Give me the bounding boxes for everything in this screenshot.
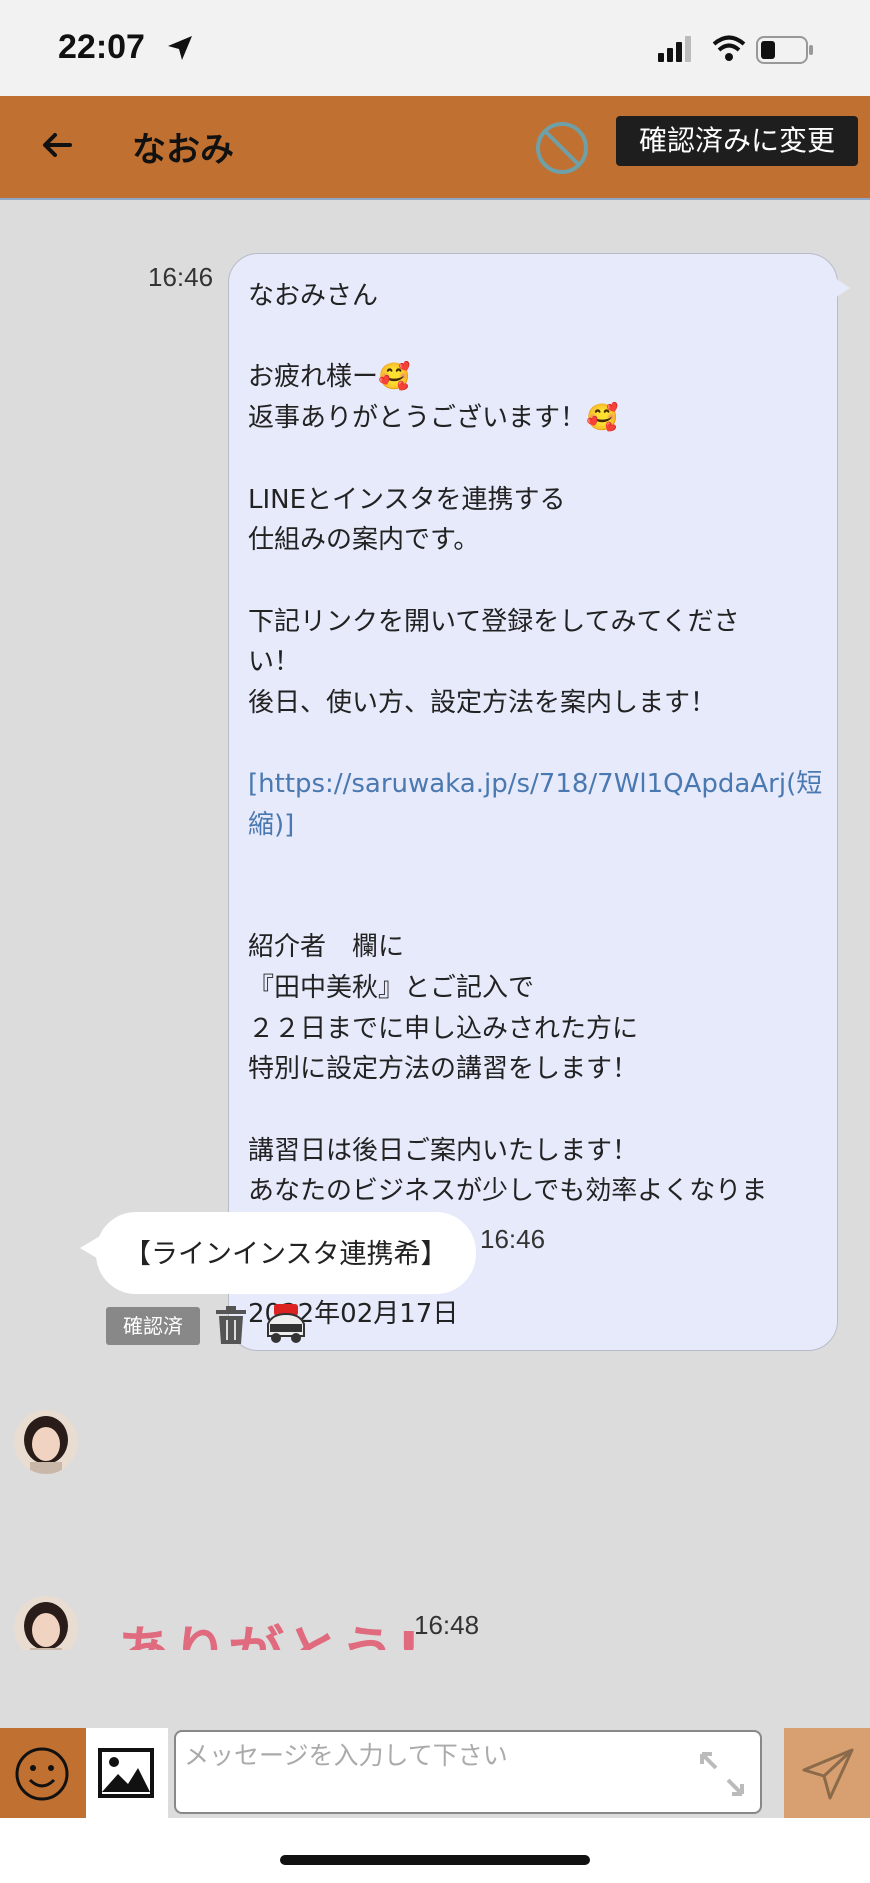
incoming-message-text: 【ラインインスタ連携希】	[124, 1239, 448, 1270]
message-input[interactable]: メッセージを入力して下さい	[174, 1730, 762, 1814]
block-icon[interactable]	[534, 120, 590, 176]
emoji-button[interactable]	[0, 1728, 86, 1818]
message-link[interactable]: [https://saruwaka.jp/s/718/7Wl1QApdaArj(…	[248, 769, 822, 840]
message-body-part1: なおみさん お疲れ様ー🥰 返事ありがとうございます！🥰 LINEとインスタを連携…	[248, 281, 740, 719]
message-time: 16:46	[480, 1224, 546, 1254]
smiley-icon	[15, 1747, 69, 1801]
expand-icon[interactable]	[696, 1748, 748, 1800]
trash-icon[interactable]	[216, 1306, 246, 1344]
status-badge[interactable]: 確認済	[106, 1307, 200, 1345]
avatar[interactable]	[14, 1596, 78, 1650]
home-indicator[interactable]	[280, 1855, 590, 1865]
chat-area[interactable]: 16:46 なおみさん お疲れ様ー🥰 返事ありがとうございます！🥰 LINEとイ…	[0, 200, 870, 1650]
chat-header: なおみ 確認済みに変更	[0, 96, 870, 200]
outgoing-message-text: なおみさん お疲れ様ー🥰 返事ありがとうございます！🥰 LINEとインスタを連携…	[248, 276, 822, 1334]
avatar-image	[14, 1596, 78, 1650]
chat-title: なおみ	[132, 130, 234, 170]
wifi-icon	[712, 35, 746, 61]
send-icon	[802, 1748, 854, 1800]
send-button[interactable]	[784, 1728, 870, 1818]
avatar[interactable]	[14, 1410, 78, 1474]
avatar-image	[14, 1410, 78, 1474]
location-arrow-icon	[168, 36, 192, 60]
sticker[interactable]: ありがとう!	[116, 1608, 422, 1650]
message-time: 16:46	[148, 262, 214, 292]
status-time: 22:07	[58, 28, 145, 66]
signal-icon	[658, 36, 691, 62]
status-bar: 22:07	[0, 0, 870, 96]
report-police-icon[interactable]	[264, 1302, 308, 1344]
bubble-tail	[832, 276, 850, 300]
image-button[interactable]	[86, 1728, 168, 1818]
battery-icon	[756, 36, 813, 64]
message-time: 16:48	[414, 1610, 480, 1640]
image-icon	[98, 1748, 154, 1798]
bottom-safe-area	[0, 1818, 870, 1883]
back-arrow-icon[interactable]	[40, 128, 74, 162]
message-composer: メッセージを入力して下さい	[0, 1728, 870, 1818]
mark-confirmed-button[interactable]: 確認済みに変更	[616, 116, 858, 166]
